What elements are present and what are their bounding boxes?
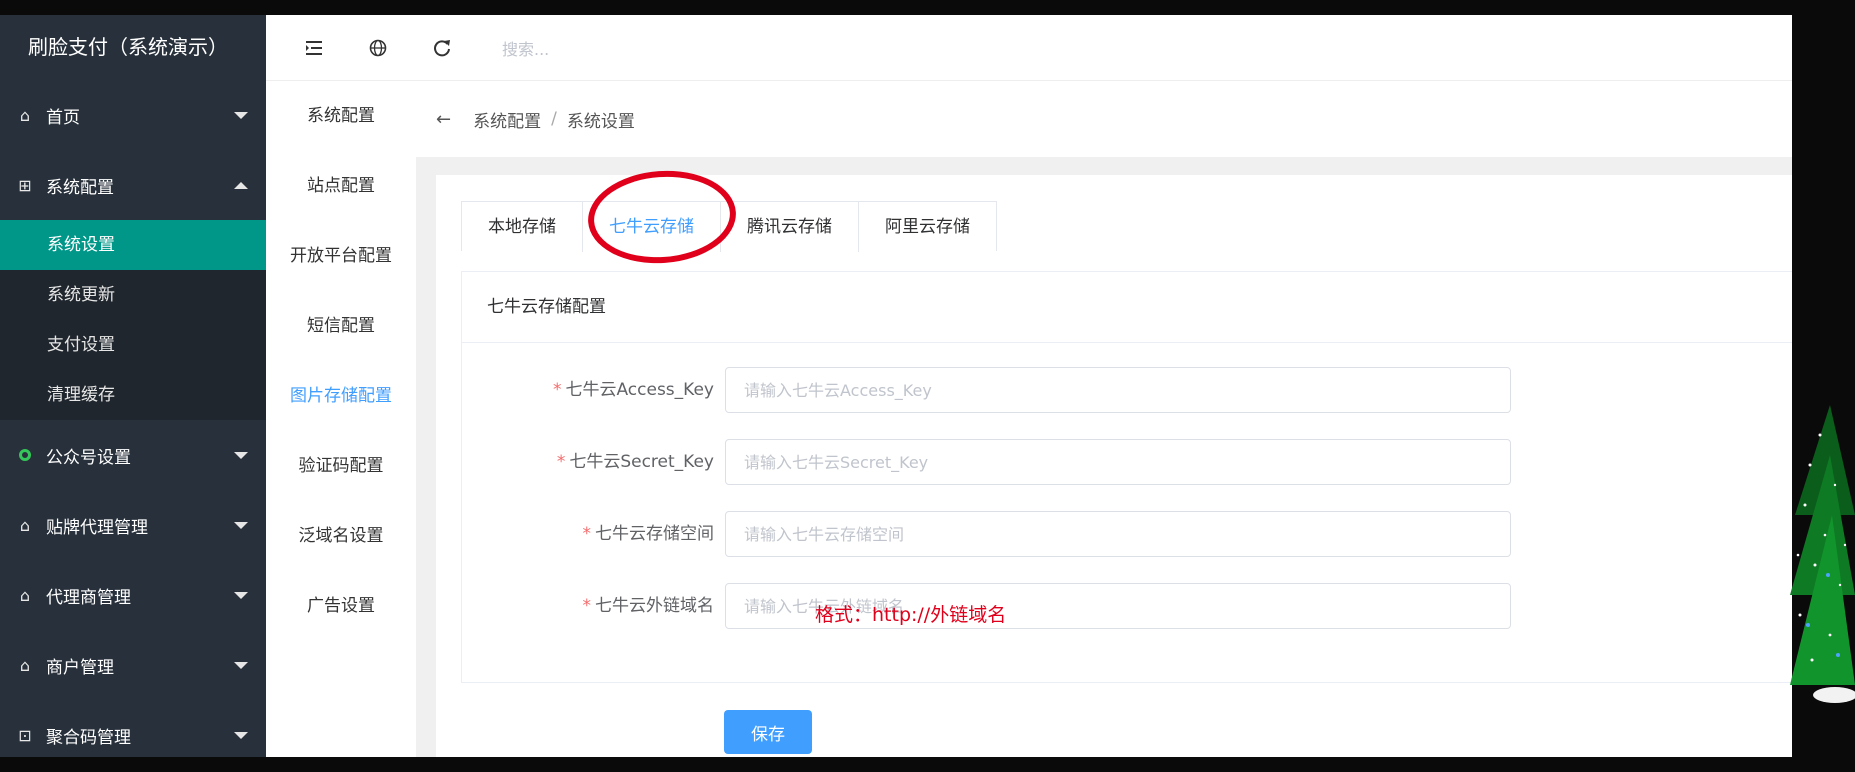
sidebar-item-agent-management[interactable]: ⌂ 代理商管理 — [0, 560, 266, 630]
config-card: 七牛云存储配置 *七牛云Access_Key *七牛云Secret_Key *七… — [461, 271, 1792, 683]
sidebar-item-wechat-settings[interactable]: 公众号设置 — [0, 420, 266, 490]
submenu-item-sms-config[interactable]: 短信配置 — [266, 291, 416, 361]
save-button[interactable]: 保存 — [724, 710, 812, 754]
app-window: 刷脸支付（系统演示） ⌂ 首页 ⊞ 系统配置 系统设置 系统更新 支付设置 清理… — [0, 15, 1792, 757]
chevron-down-icon — [234, 452, 248, 459]
sidebar-submenu: 系统设置 系统更新 支付设置 清理缓存 — [0, 220, 266, 420]
sidebar-item-label: 公众号设置 — [46, 447, 131, 468]
secret-key-input[interactable] — [725, 439, 1511, 485]
sidebar-item-label: 代理商管理 — [46, 587, 131, 608]
card-title: 七牛云存储配置 — [462, 272, 1792, 343]
field-label: * 七牛云外链域名 — [582, 596, 715, 616]
breadcrumb-item: 系统设置 — [566, 111, 635, 132]
chevron-up-icon — [234, 182, 248, 189]
breadcrumb-separator: / — [551, 109, 557, 129]
chevron-down-icon — [234, 662, 248, 669]
home-icon: ⌂ — [19, 105, 31, 125]
tab-local-storage[interactable]: 本地存储 — [462, 202, 583, 252]
sidebar-item-label: 贴牌代理管理 — [46, 517, 148, 538]
sidebar-item-system-config[interactable]: ⊞ 系统配置 — [0, 150, 266, 220]
sidebar-item-oem-agent[interactable]: ⌂ 贴牌代理管理 — [0, 490, 266, 560]
submenu-item-ad-settings[interactable]: 广告设置 — [266, 571, 416, 641]
sidebar: 刷脸支付（系统演示） ⌂ 首页 ⊞ 系统配置 系统设置 系统更新 支付设置 清理… — [0, 15, 266, 757]
form-row: * 七牛云Access_Key — [462, 367, 1792, 413]
sidebar-item-label: 首页 — [46, 107, 80, 128]
sidebar-item-home[interactable]: ⌂ 首页 — [0, 80, 266, 150]
breadcrumb-item[interactable]: 系统配置 — [473, 107, 541, 132]
tab-aliyun-storage[interactable]: 阿里云存储 — [859, 202, 996, 252]
app-title: 刷脸支付（系统演示） — [0, 15, 266, 80]
tab-tencent-storage[interactable]: 腾讯云存储 — [721, 202, 859, 252]
home-icon: ⌂ — [19, 655, 31, 675]
christmas-tree-decoration — [1790, 405, 1855, 703]
arrow-left-icon[interactable]: ← — [436, 109, 451, 130]
form-row: * 七牛云外链域名 — [462, 583, 1792, 629]
submenu-item-open-platform[interactable]: 开放平台配置 — [266, 221, 416, 291]
form-row: * 七牛云存储空间 — [462, 511, 1792, 557]
chevron-down-icon — [234, 592, 248, 599]
wechat-icon — [16, 446, 34, 464]
submenu-item-wildcard-domain[interactable]: 泛域名设置 — [266, 501, 416, 571]
sidebar-item-system-update[interactable]: 系统更新 — [0, 270, 266, 320]
top-bar: 搜索... — [266, 15, 1792, 81]
chevron-down-icon — [234, 732, 248, 739]
home-icon: ⌂ — [19, 585, 31, 605]
globe-icon[interactable] — [368, 38, 388, 58]
menu-fold-icon[interactable] — [304, 38, 324, 58]
access-key-input[interactable] — [725, 367, 1511, 413]
settings-icon: ⊞ — [18, 175, 32, 195]
sidebar-item-merchant-management[interactable]: ⌂ 商户管理 — [0, 630, 266, 700]
chevron-down-icon — [234, 112, 248, 119]
format-annotation: 格式：http://外链域名 — [815, 604, 1007, 626]
sidebar-item-label: 系统配置 — [46, 177, 114, 198]
submenu-item-captcha-config[interactable]: 验证码配置 — [266, 431, 416, 501]
field-label: * 七牛云存储空间 — [582, 524, 715, 544]
sidebar-item-system-settings[interactable]: 系统设置 — [0, 220, 266, 270]
qrcode-icon: ⊡ — [18, 725, 32, 745]
sidebar-item-label: 聚合码管理 — [46, 727, 131, 748]
bucket-input[interactable] — [725, 511, 1511, 557]
home-icon: ⌂ — [19, 515, 31, 535]
sidebar-item-qrcode-management[interactable]: ⊡ 聚合码管理 — [0, 700, 266, 757]
main-panel: 本地存储 七牛云存储 腾讯云存储 阿里云存储 七牛云存储配置 * 七牛云Acces… — [436, 175, 1792, 757]
refresh-icon[interactable] — [432, 38, 452, 58]
secondary-menu: 系统配置 站点配置 开放平台配置 短信配置 图片存储配置 验证码配置 泛域名设置… — [266, 81, 417, 661]
submenu-item-site-config[interactable]: 站点配置 — [266, 151, 416, 221]
submenu-item-image-storage[interactable]: 图片存储配置 — [266, 361, 416, 431]
chevron-down-icon — [234, 522, 248, 529]
sidebar-item-label: 商户管理 — [46, 657, 114, 678]
search-input[interactable]: 搜索... — [502, 36, 549, 60]
submenu-item-system-config[interactable]: 系统配置 — [266, 81, 416, 151]
field-label: * 七牛云Access_Key — [552, 380, 714, 400]
sidebar-item-payment-settings[interactable]: 支付设置 — [0, 320, 266, 370]
field-label: * 七牛云Secret_Key — [556, 452, 714, 472]
sidebar-item-clear-cache[interactable]: 清理缓存 — [0, 370, 266, 420]
form-row: * 七牛云Secret_Key — [462, 439, 1792, 485]
breadcrumb: ← 系统配置 / 系统设置 — [416, 81, 1792, 157]
